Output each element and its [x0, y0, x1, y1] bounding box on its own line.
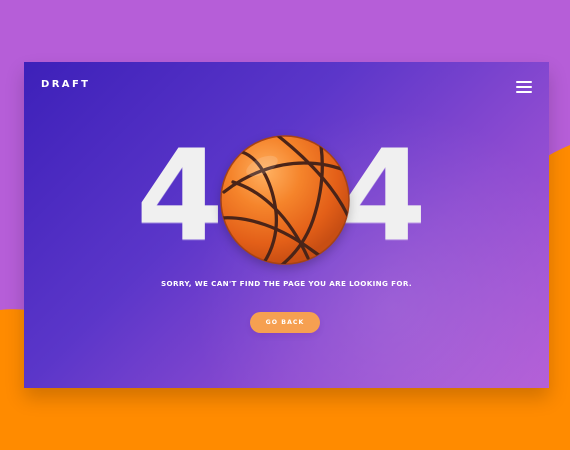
- menu-line: [516, 86, 532, 88]
- error-digit-left: 4: [136, 122, 224, 269]
- menu-line: [516, 91, 532, 93]
- not-found-page: DRAFT 4 0 4: [0, 0, 570, 450]
- hamburger-menu-icon[interactable]: [516, 81, 532, 93]
- not-found-message: SORRY, WE CAN'T FIND THE PAGE YOU ARE LO…: [161, 279, 412, 288]
- basketball-icon: [220, 135, 350, 265]
- main-card: DRAFT 4 0 4: [24, 62, 549, 388]
- go-back-button[interactable]: GO BACK: [250, 312, 320, 333]
- menu-line: [516, 81, 532, 83]
- brand-logo[interactable]: DRAFT: [41, 79, 90, 91]
